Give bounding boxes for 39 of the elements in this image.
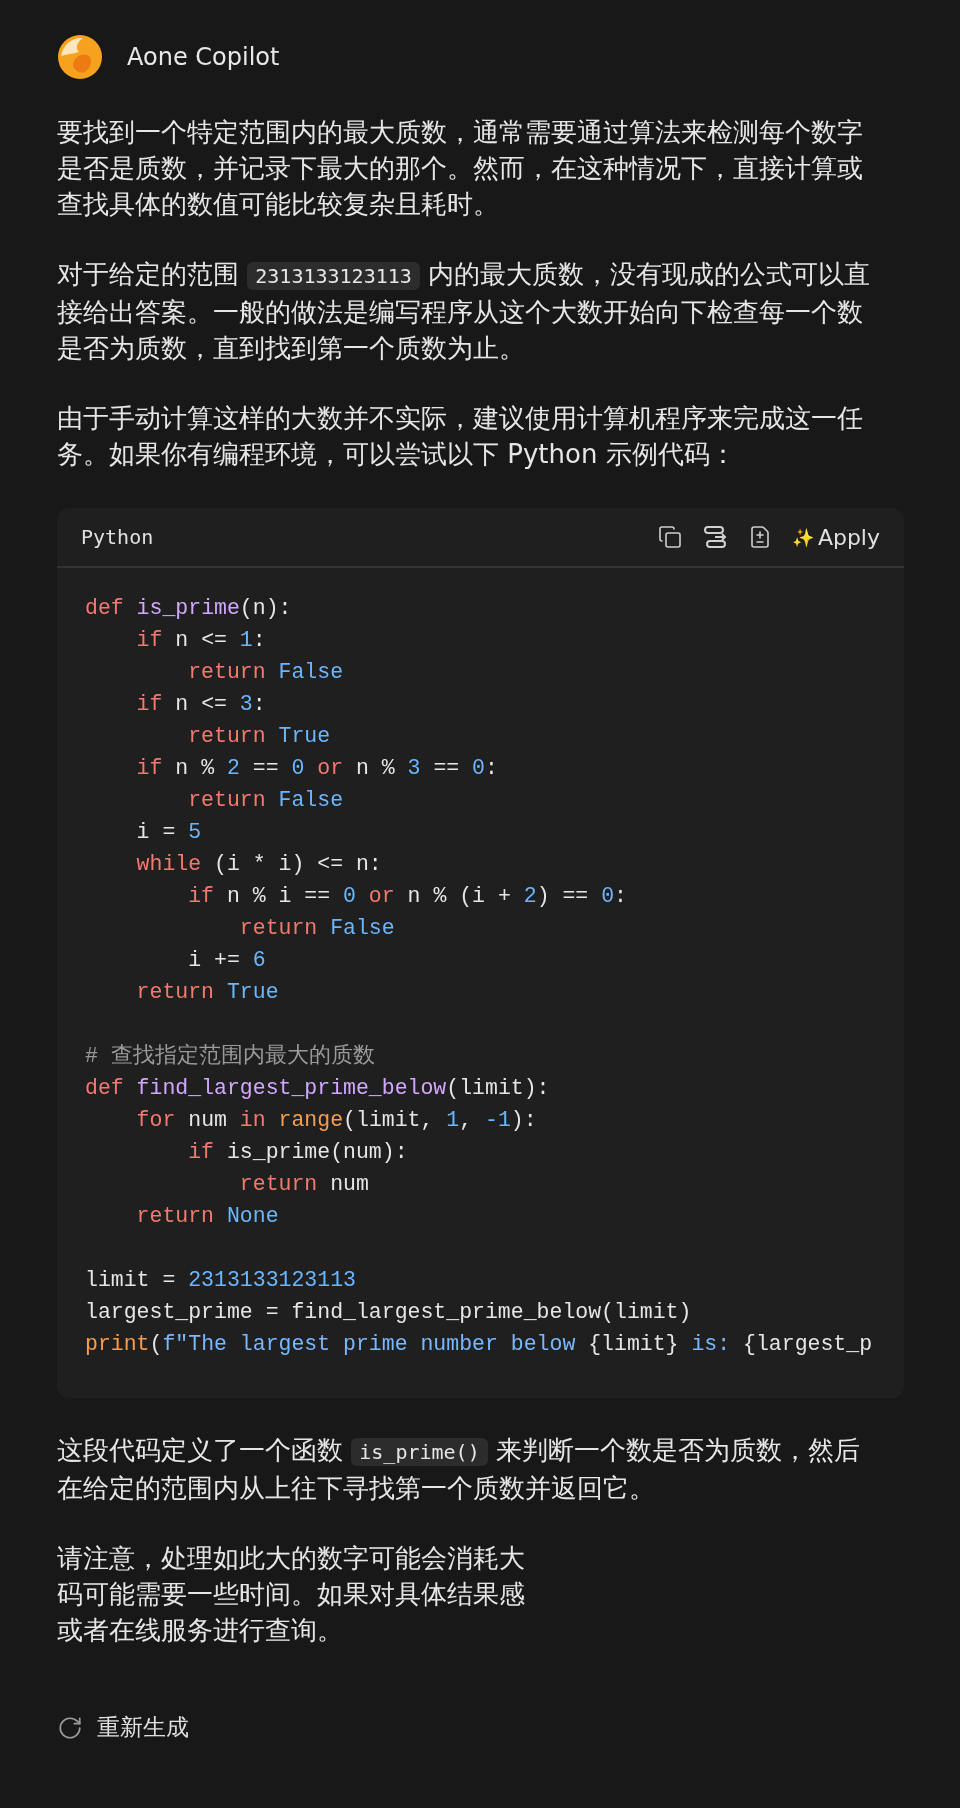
paragraph: 要找到一个特定范围内的最大质数，通常需要通过算法来检测每个数字是否是质数，并记录下最大的那个。然而，在这种情况下，直接计算或查找具体的数值可能比较复杂且耗时。 xyxy=(57,116,864,221)
inline-code: 2313133123113 xyxy=(247,262,420,290)
code-line: return False xyxy=(187,787,345,814)
code-line: i = 5 xyxy=(135,819,203,846)
regenerate-button[interactable]: 重新生成 xyxy=(57,1712,189,1743)
align-icon xyxy=(701,524,728,550)
code-line: print(f"The largest prime number below {limit} is: {largest_p xyxy=(85,1331,874,1358)
code-line: def find_largest_prime_below(limit): xyxy=(85,1075,551,1102)
paragraph: 请注意，处理如此大的数字可能会消耗大 码可能需要一些时间。如果对具体结果感 或者在线服务进行查询。 xyxy=(57,1542,526,1647)
app-title: Aone Copilot xyxy=(127,43,280,71)
code-line: if n % 2 == 0 or n % 3 == 0: xyxy=(135,755,499,782)
code-line: return True xyxy=(135,979,280,1006)
copy-button[interactable] xyxy=(657,525,682,549)
apply-button[interactable]: ✨ Apply xyxy=(791,524,880,550)
code-line: return num xyxy=(238,1171,370,1198)
paragraph: 这段代码定义了一个函数 is_prime() 来判断一个数是否为质数，然后在给定的范围内从上往下寻找第一个质数并返回它。 xyxy=(57,1434,861,1505)
code-line: largest_prime = find_largest_prime_below(limit) xyxy=(85,1299,693,1326)
code-line: return True xyxy=(187,723,332,750)
code-line: while (i * i) <= n: xyxy=(135,851,383,878)
paragraph: 对于给定的范围 2313133123113 内的最大质数，没有现成的公式可以直接给出答案。一般的做法是编写程序从这个大数开始向下检查每一个数是否为质数，直到找到第一个质数为止。 xyxy=(57,258,872,365)
code-line: return None xyxy=(135,1203,280,1230)
code-line: for num in range(limit, 1, -1): xyxy=(135,1107,538,1134)
logo-icon xyxy=(57,34,103,80)
code-line: # 查找指定范围内最大的质数 xyxy=(85,1042,376,1070)
code-line: if n % i == 0 or n % (i + 2) == 0: xyxy=(187,883,628,910)
code-line: if is_prime(num): xyxy=(187,1139,409,1166)
insert-button[interactable] xyxy=(701,524,728,550)
refresh-icon xyxy=(57,1714,83,1741)
code-line: return False xyxy=(187,659,345,686)
paragraph: 由于手动计算这样的大数并不实际，建议使用计算机程序来完成这一任务。如果你有编程环境，可以尝试以下 Python 示例代码： xyxy=(57,402,864,471)
language-label: Python xyxy=(81,525,154,549)
inline-code: is_prime() xyxy=(351,1438,488,1466)
code-line: if n <= 3: xyxy=(135,691,267,718)
code-line: def is_prime(n): xyxy=(85,595,293,622)
code-line: limit = 2313133123113 xyxy=(85,1267,357,1294)
copy-icon xyxy=(657,525,682,549)
code-line: i += 6 xyxy=(187,947,267,974)
code-line: if n <= 1: xyxy=(135,627,267,654)
code-line: return False xyxy=(238,915,396,942)
